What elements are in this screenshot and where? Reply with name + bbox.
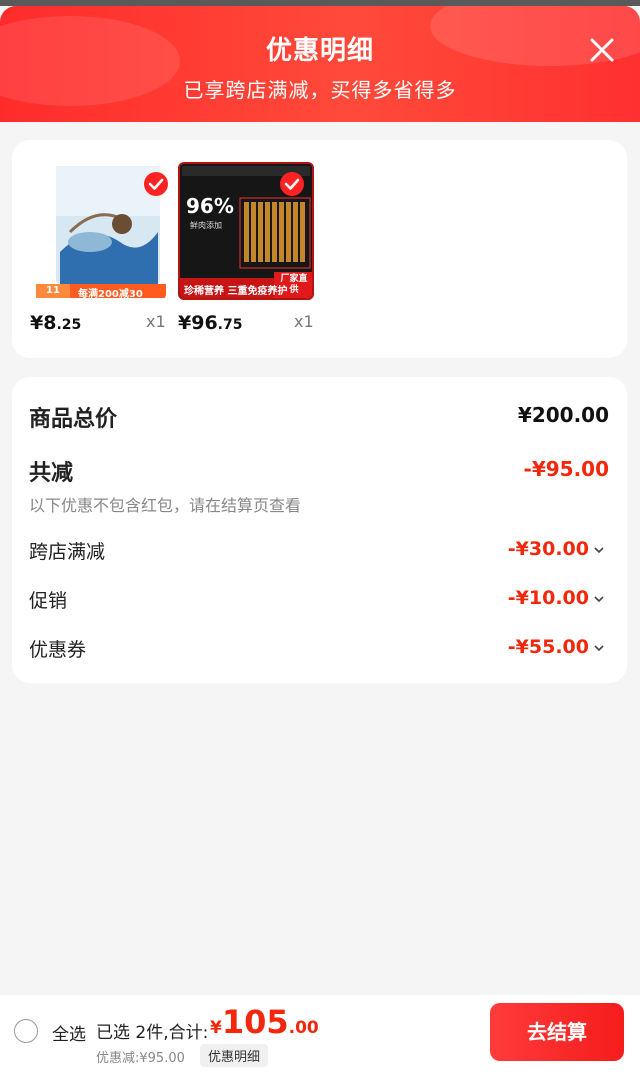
chevron-down-icon[interactable] [593,642,605,654]
discount-amount: -¥55.00 [507,636,589,658]
product-tag: 厂家直供 [280,274,308,295]
select-all-label[interactable]: 全选 [52,1020,86,1045]
page-title: 优惠明细 [265,36,374,66]
discount-summary: 优惠减:¥95.00 [96,1051,185,1066]
product-banner: 珍稀营养 三重免疫养护 [184,286,288,297]
total-amount: ¥105.00 [210,1003,319,1041]
total-price-value: ¥200.00 [517,403,609,427]
discount-detail-button[interactable]: 优惠明细 [200,1044,269,1067]
chevron-down-icon[interactable] [593,593,605,605]
product-price: ¥8.25 [30,312,81,334]
select-all-radio[interactable] [14,1019,38,1043]
checkout-button[interactable]: 去结算 [490,1003,624,1061]
price-main: ¥96 [178,312,218,334]
page-subtitle: 已享跨店满减，买得多省得多 [183,78,457,102]
reduction-note: 以下优惠不包含红包，请在结算页查看 [29,496,302,515]
total-reduction-value: -¥95.00 [523,457,609,481]
discount-label: 跨店满减 [29,541,106,563]
promo-badge-date: 11 [46,285,60,296]
total-price-label: 商品总价 [29,407,118,432]
total-decimal: .00 [288,1018,319,1038]
selected-summary: 已选 2件,合计: [96,1023,209,1043]
check-icon[interactable] [144,172,168,196]
total-reduction-label: 共减 [29,461,74,486]
chevron-down-icon[interactable] [593,544,605,556]
close-icon[interactable] [586,34,618,66]
discount-amount: -¥30.00 [507,538,589,560]
check-icon[interactable] [280,172,304,196]
price-breakdown-card: 商品总价 ¥200.00 共减 -¥95.00 以下优惠不包含红包，请在结算页查… [12,377,627,683]
product-list-card: 11 每满200减30 ¥8.25 x1 96% 鲜肉添加 珍稀营养 三重免疫养… [12,140,627,358]
product-headline-sub: 鲜肉添加 [190,221,222,230]
total-currency: ¥ [210,1018,222,1038]
price-decimal: .25 [56,317,82,333]
product-headline: 96% [186,194,234,218]
promo-badge-text: 每满200减30 [78,289,143,300]
price-decimal: .75 [217,317,243,333]
product-quantity: x1 [294,312,314,331]
product-price: ¥96.75 [178,312,242,334]
discount-detail-header: 优惠明细 已享跨店满减，买得多省得多 [0,6,640,122]
discount-label: 促销 [29,590,68,612]
checkout-bar: 全选 已选 2件,合计: ¥105.00 优惠减:¥95.00 优惠明细 去结算 [0,995,640,1083]
product-quantity: x1 [146,312,166,331]
total-integer: 105 [221,1003,289,1041]
price-main: ¥8 [30,312,57,334]
discount-amount: -¥10.00 [507,587,589,609]
discount-label: 优惠券 [29,639,87,661]
